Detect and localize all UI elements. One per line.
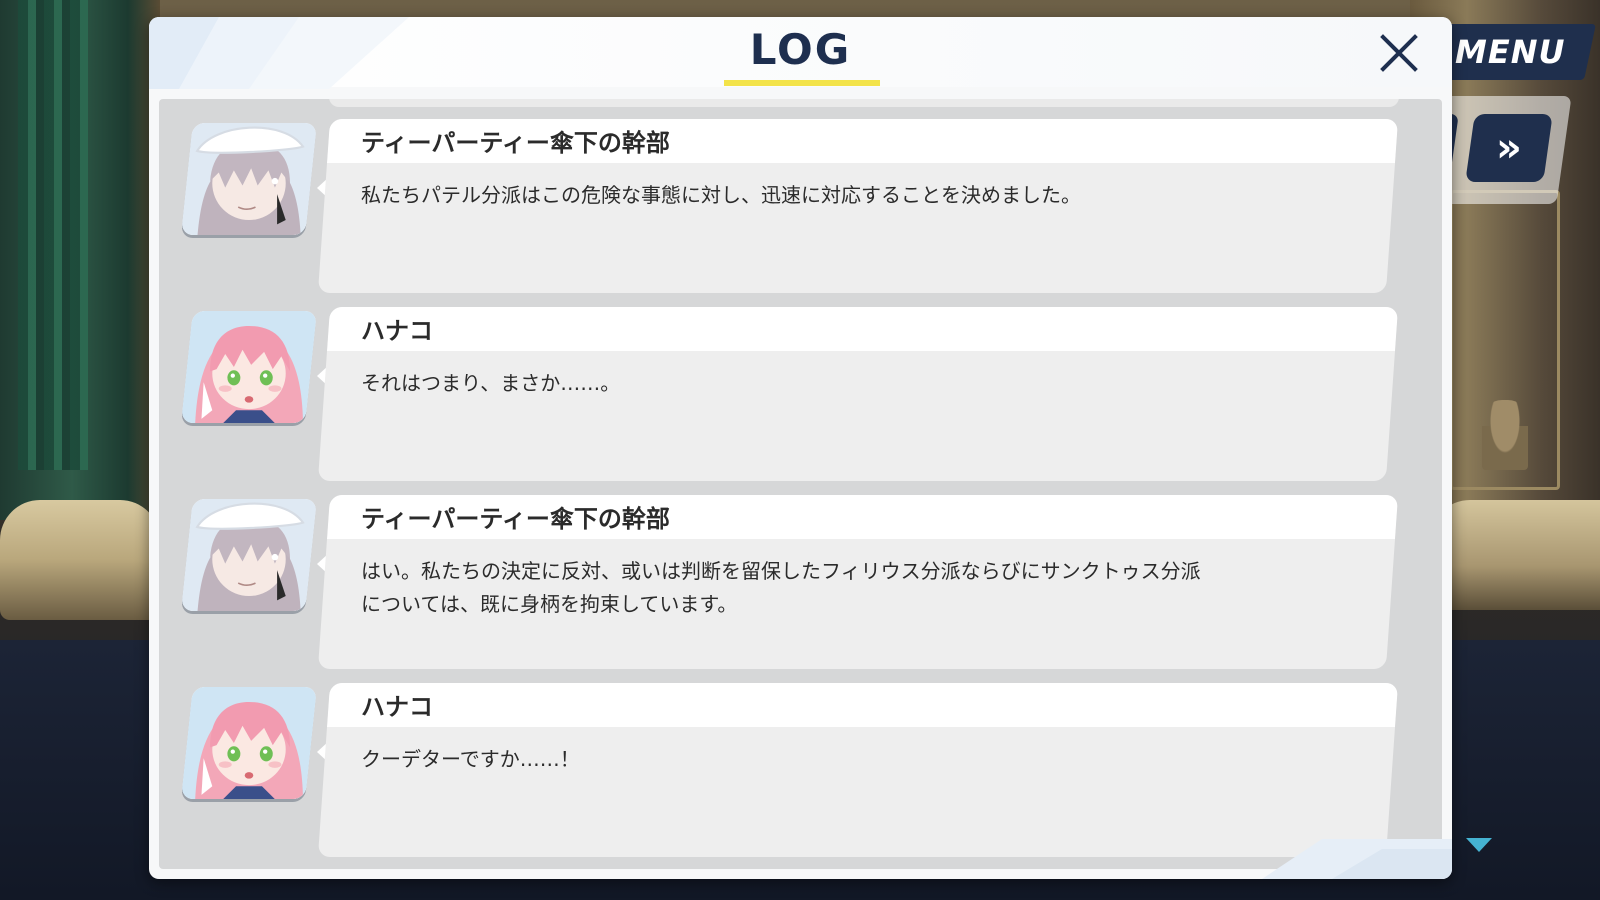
speaker-avatar [181, 687, 317, 799]
fast-forward-icon: » [1496, 125, 1522, 171]
previous-entry-edge [329, 99, 1399, 107]
dialogue-text: はい。私たちの決定に反対、或いは判断を留保したフィリウス分派ならびにサンクトゥス… [361, 559, 1201, 616]
bubble-header [327, 307, 1399, 351]
background-sofa-left [0, 500, 160, 620]
fast-forward-button[interactable]: » [1465, 114, 1553, 182]
title-underline [724, 80, 880, 86]
log-header: LOG [149, 17, 1452, 89]
log-entry: ティーパーティー傘下の幹部 はい。私たちの決定に反対、或いは判断を留保したフィリ… [159, 495, 1442, 673]
menu-button-label: MENU [1454, 33, 1566, 71]
close-icon [1380, 34, 1418, 72]
bubble-header [327, 683, 1399, 727]
speaker-avatar [181, 123, 317, 235]
log-entry: ハナコ クーデターですか……！ [159, 683, 1442, 861]
dialogue-text: それはつまり、まさか……。 [361, 371, 621, 395]
scroll-down-indicator-icon [1466, 838, 1492, 852]
log-entry: ティーパーティー傘下の幹部 私たちパテル分派はこの危険な事態に対し、迅速に対応す… [159, 119, 1442, 297]
dialogue-text: 私たちパテル分派はこの危険な事態に対し、迅速に対応することを決めました。 [361, 183, 1081, 207]
background-curtain [18, 0, 88, 470]
speaker-name: ハナコ [361, 317, 433, 345]
speaker-avatar [181, 311, 317, 423]
background-bust-statue [1482, 400, 1528, 470]
speaker-name: ティーパーティー傘下の幹部 [361, 505, 670, 533]
speaker-name: ティーパーティー傘下の幹部 [361, 129, 670, 157]
speaker-name: ハナコ [361, 693, 433, 721]
speaker-avatar [181, 499, 317, 611]
log-entry: ハナコ それはつまり、まさか……。 [159, 307, 1442, 485]
close-button[interactable] [1371, 25, 1427, 81]
footer-decoration [1262, 839, 1452, 879]
log-list[interactable]: ティーパーティー傘下の幹部 私たちパテル分派はこの危険な事態に対し、迅速に対応す… [159, 99, 1442, 869]
log-title: LOG [749, 25, 852, 74]
background-sofa-right [1430, 500, 1600, 610]
dialogue-text: クーデターですか……！ [361, 747, 580, 771]
log-window: LOG ティーパーティー傘下の幹部 私たちパテル分派はこの危険な事態に対し、迅速… [149, 17, 1452, 879]
